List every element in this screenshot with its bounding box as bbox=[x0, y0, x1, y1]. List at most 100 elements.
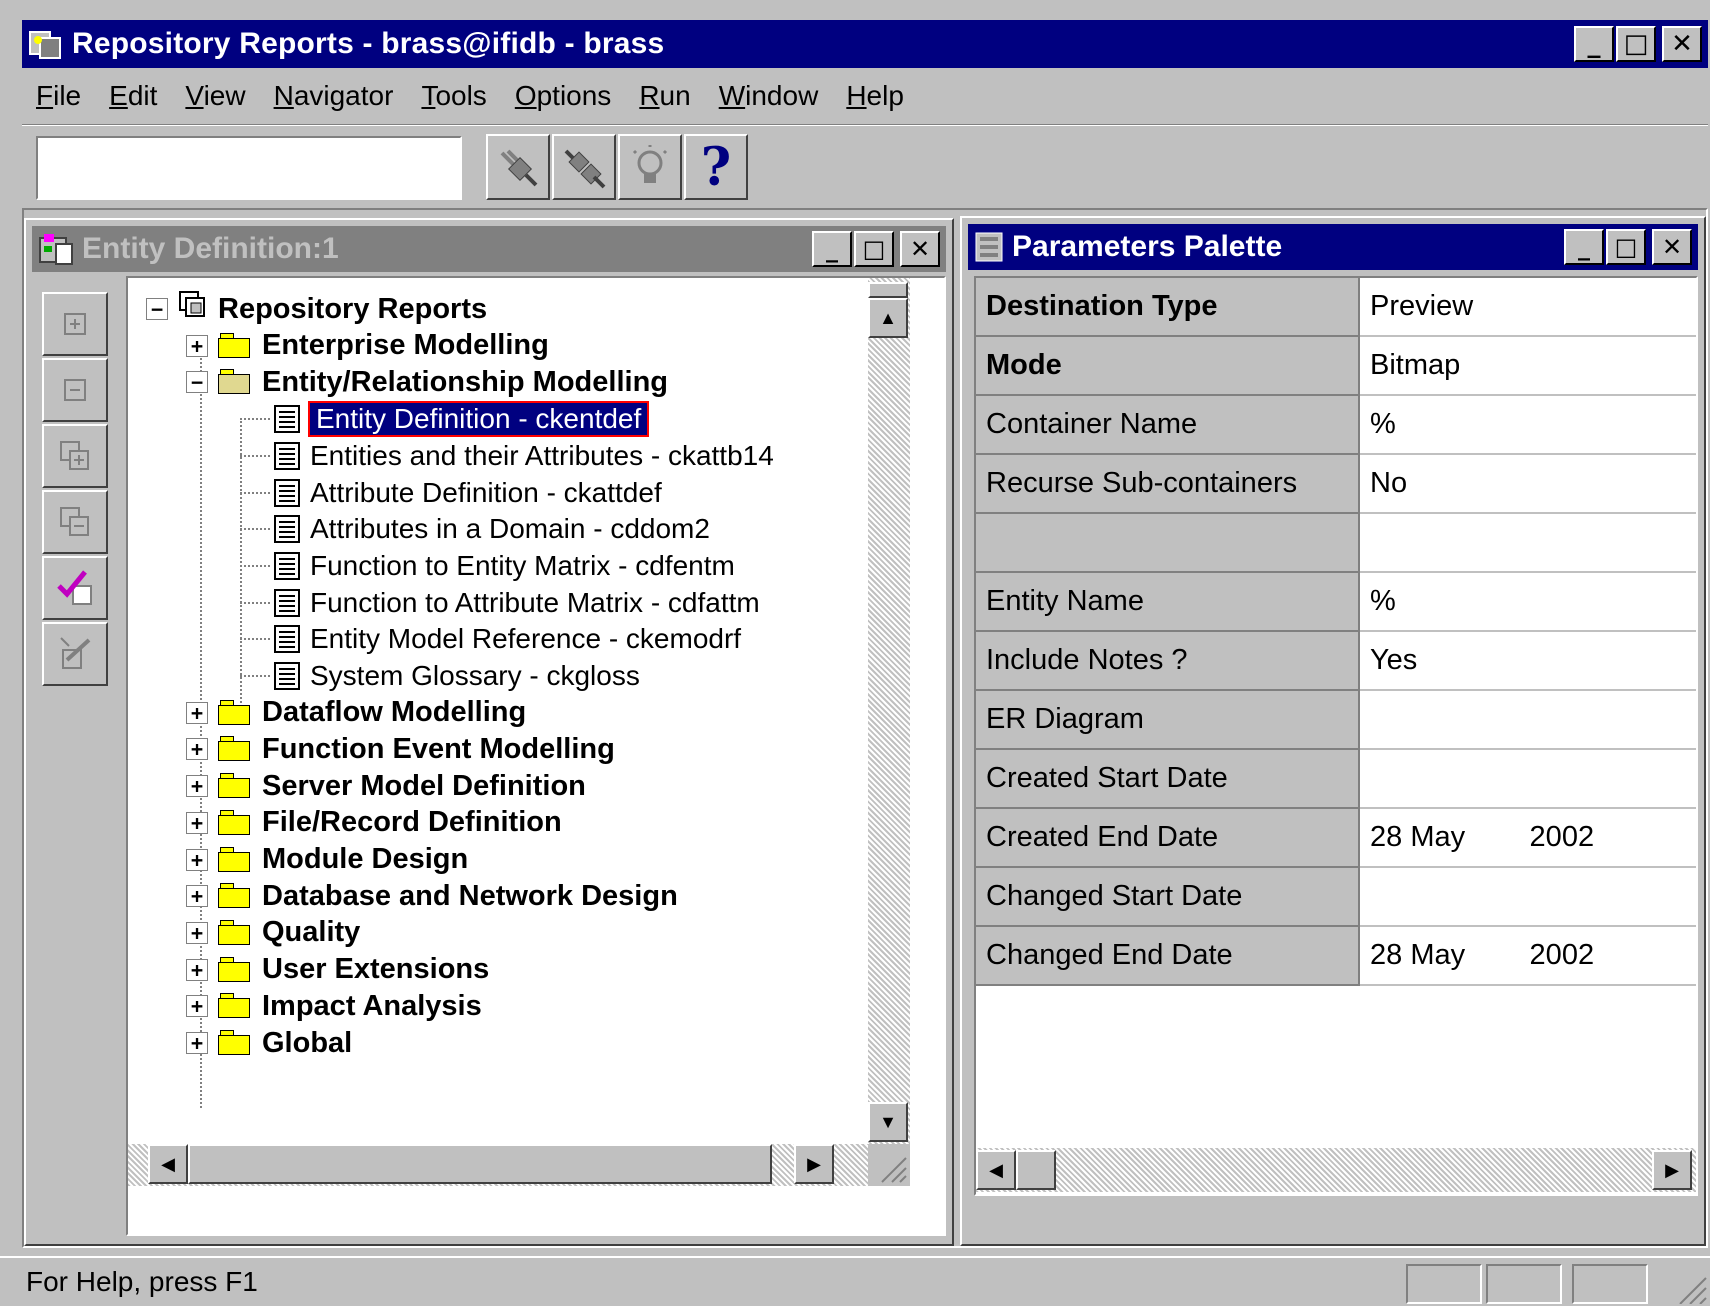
parameter-row[interactable]: Recurse Sub-containers No bbox=[976, 455, 1696, 514]
entity-minimize-button[interactable]: _ bbox=[812, 231, 852, 267]
app-titlebar[interactable]: Repository Reports - brass@ifidb - brass… bbox=[22, 20, 1708, 68]
expand-toggle-icon[interactable]: + bbox=[186, 775, 208, 798]
parameter-row[interactable]: Changed Start Date bbox=[976, 868, 1696, 927]
parameter-value[interactable]: Yes bbox=[1360, 632, 1696, 691]
tree-item-report[interactable]: Entities and their Attributes - ckattb14 bbox=[240, 437, 774, 475]
parameter-value[interactable] bbox=[1360, 691, 1696, 750]
menu-view[interactable]: View bbox=[171, 80, 259, 112]
menu-edit[interactable]: Edit bbox=[95, 80, 171, 112]
tree-item-folder[interactable]: + Database and Network Design bbox=[186, 877, 678, 915]
tree-item-report-selected[interactable]: Entity Definition - ckentdef bbox=[240, 400, 650, 438]
parameter-row[interactable]: Container Name% bbox=[976, 396, 1696, 455]
check-button[interactable] bbox=[42, 556, 108, 620]
disconnect-button[interactable] bbox=[552, 134, 616, 200]
parameters-palette-window[interactable]: Parameters Palette _ □ ✕ Destination Typ… bbox=[960, 216, 1706, 1246]
params-window-titlebar[interactable]: Parameters Palette _ □ ✕ bbox=[968, 224, 1698, 270]
tree-item-folder[interactable]: + User Extensions bbox=[186, 951, 489, 989]
collapse-toggle-icon[interactable]: − bbox=[186, 371, 208, 394]
close-button[interactable]: ✕ bbox=[1662, 26, 1702, 62]
expand-toggle-icon[interactable]: + bbox=[186, 921, 208, 944]
tree-vscroll-thumb[interactable] bbox=[868, 282, 908, 298]
tree-scroll-up-button[interactable]: ▲ bbox=[868, 298, 908, 338]
expand-toggle-icon[interactable]: + bbox=[186, 701, 208, 724]
parameter-value[interactable] bbox=[1360, 750, 1696, 809]
tree-item-folder[interactable]: + Global bbox=[186, 1024, 352, 1062]
tree-item-folder[interactable]: + Enterprise Modelling bbox=[186, 327, 549, 365]
tree-item-folder[interactable]: + File/Record Definition bbox=[186, 804, 562, 842]
tree-item-folder[interactable]: + Server Model Definition bbox=[186, 767, 586, 805]
tree-item-report[interactable]: Attribute Definition - ckattdef bbox=[240, 474, 662, 512]
report-tree[interactable]: − Repository Reports + Enterprise Modelling… bbox=[126, 276, 946, 1236]
entity-maximize-button[interactable]: □ bbox=[854, 231, 894, 267]
expand-toggle-icon[interactable]: + bbox=[186, 1032, 208, 1054]
params-scroll-right-button[interactable]: ▶ bbox=[1652, 1150, 1692, 1190]
parameter-row[interactable]: Changed End Date 28 May 2002 bbox=[976, 927, 1696, 986]
expand-toggle-icon[interactable]: + bbox=[186, 334, 208, 357]
tree-item-report[interactable]: Attributes in a Domain - cddom2 bbox=[240, 510, 710, 548]
tree-scroll-left-button[interactable]: ◀ bbox=[148, 1144, 188, 1184]
parameter-row[interactable]: Entity Name% bbox=[976, 573, 1696, 632]
params-minimize-button[interactable]: _ bbox=[1564, 229, 1604, 265]
tree-item-folder[interactable]: + Impact Analysis bbox=[186, 987, 482, 1025]
tree-item-folder[interactable]: + Module Design bbox=[186, 841, 468, 879]
tree-item-folder[interactable]: + Function Event Modelling bbox=[186, 730, 615, 768]
parameter-value[interactable]: % bbox=[1360, 396, 1696, 455]
expand-all-button[interactable] bbox=[42, 424, 108, 488]
parameters-grid[interactable]: Destination Type Preview Mode Bitmap Contain… bbox=[974, 276, 1698, 1196]
parameter-value[interactable]: Bitmap bbox=[1360, 337, 1696, 396]
menu-file[interactable]: File bbox=[22, 80, 95, 112]
expand-toggle-icon[interactable]: + bbox=[186, 885, 208, 908]
tree-item-folder[interactable]: − Entity/Relationship Modelling bbox=[186, 363, 668, 401]
lightbulb-button[interactable] bbox=[618, 134, 682, 200]
menu-help[interactable]: Help bbox=[832, 80, 918, 112]
tree-scroll-down-button[interactable]: ▼ bbox=[868, 1102, 908, 1142]
params-maximize-button[interactable]: □ bbox=[1606, 229, 1646, 265]
size-grip[interactable] bbox=[868, 1144, 910, 1186]
tree-vertical-scrollbar[interactable] bbox=[868, 278, 910, 1182]
parameter-value[interactable]: 28 May 2002 bbox=[1360, 809, 1696, 868]
expand-toggle-icon[interactable]: + bbox=[186, 738, 208, 761]
params-scroll-left-button[interactable]: ◀ bbox=[976, 1150, 1016, 1190]
parameter-value[interactable]: 28 May 2002 bbox=[1360, 927, 1696, 986]
parameter-row[interactable]: ER Diagram bbox=[976, 691, 1696, 750]
edit-button[interactable] bbox=[42, 622, 108, 686]
params-hscroll-thumb[interactable] bbox=[1016, 1150, 1056, 1190]
connect-button[interactable] bbox=[486, 134, 550, 200]
menu-navigator[interactable]: Navigator bbox=[260, 80, 408, 112]
parameter-row[interactable]: Mode Bitmap bbox=[976, 337, 1696, 396]
parameter-row[interactable]: Created End Date 28 May 2002 bbox=[976, 809, 1696, 868]
tree-item-report[interactable]: Function to Attribute Matrix - cdfattm bbox=[240, 584, 760, 622]
parameter-row[interactable]: Destination Type Preview bbox=[976, 278, 1696, 337]
app-icon[interactable] bbox=[28, 28, 64, 60]
parameter-row[interactable]: Created Start Date bbox=[976, 750, 1696, 809]
parameter-value[interactable] bbox=[1360, 868, 1696, 927]
toolbar-input[interactable] bbox=[36, 136, 462, 200]
params-close-button[interactable]: ✕ bbox=[1652, 229, 1692, 265]
help-button[interactable]: ? bbox=[684, 134, 748, 200]
expand-button[interactable] bbox=[42, 292, 108, 356]
entity-close-button[interactable]: ✕ bbox=[900, 231, 940, 267]
collapse-button[interactable] bbox=[42, 358, 108, 422]
tree-item-report[interactable]: Function to Entity Matrix - cdfentm bbox=[240, 547, 735, 585]
expand-toggle-icon[interactable]: + bbox=[186, 848, 208, 871]
parameter-row[interactable]: Include Notes ? Yes bbox=[976, 632, 1696, 691]
parameter-value[interactable]: No bbox=[1360, 455, 1696, 514]
tree-hscroll-thumb[interactable] bbox=[188, 1144, 772, 1184]
entity-window-titlebar[interactable]: Entity Definition:1 _ □ ✕ bbox=[32, 226, 946, 272]
parameter-value[interactable] bbox=[1360, 514, 1696, 573]
params-horizontal-scrollbar[interactable] bbox=[976, 1148, 1696, 1192]
expand-toggle-icon[interactable]: + bbox=[186, 958, 208, 981]
tree-item-root[interactable]: − Repository Reports bbox=[146, 290, 487, 328]
menu-options[interactable]: Options bbox=[501, 80, 626, 112]
expand-toggle-icon[interactable]: + bbox=[186, 811, 208, 834]
minimize-button[interactable]: _ bbox=[1574, 26, 1614, 62]
collapse-all-button[interactable] bbox=[42, 490, 108, 554]
parameter-value[interactable]: Preview bbox=[1360, 278, 1696, 337]
tree-item-report[interactable]: System Glossary - ckgloss bbox=[240, 657, 640, 695]
expand-toggle-icon[interactable]: + bbox=[186, 995, 208, 1018]
tree-item-folder[interactable]: + Dataflow Modelling bbox=[186, 694, 526, 732]
maximize-button[interactable]: □ bbox=[1616, 26, 1656, 62]
parameter-value[interactable]: % bbox=[1360, 573, 1696, 632]
tree-item-report[interactable]: Entity Model Reference - ckemodrf bbox=[240, 620, 741, 658]
menu-run[interactable]: Run bbox=[625, 80, 704, 112]
